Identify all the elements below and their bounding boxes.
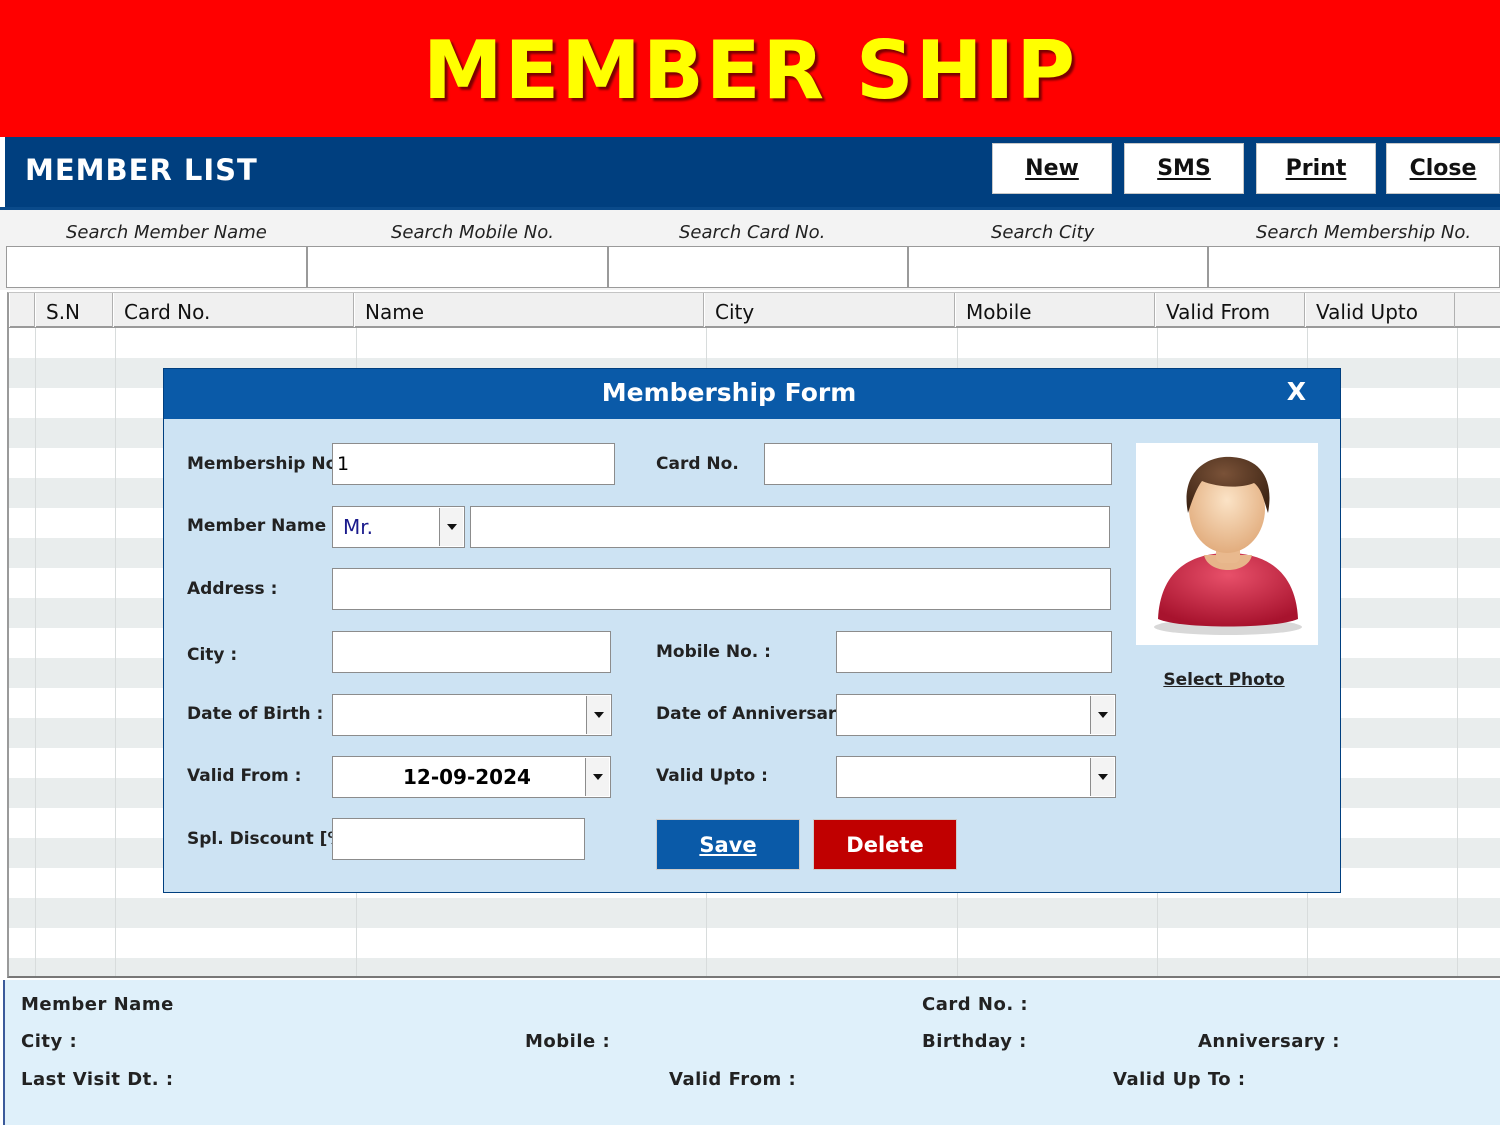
search-mobile-input[interactable] — [307, 246, 608, 288]
dialog-close-button[interactable]: X — [1287, 377, 1306, 406]
dialog-titlebar: Membership Form X — [164, 369, 1340, 419]
valid-upto-label: Valid Upto : — [656, 766, 768, 786]
member-details-footer: Member Name Card No. : City : Mobile : B… — [3, 980, 1500, 1125]
card-no-input[interactable] — [764, 443, 1112, 485]
chevron-down-icon[interactable] — [1090, 696, 1114, 734]
member-list-header: MEMBER LIST New SMS Print Close — [0, 137, 1500, 207]
membership-no-label: Membership No. — [187, 454, 344, 474]
row-selector-header — [9, 293, 35, 327]
footer-card-no-label: Card No. : — [922, 994, 1029, 1015]
discount-label: Spl. Discount [%] — [187, 829, 353, 849]
chevron-down-icon[interactable] — [586, 696, 610, 734]
footer-valid-upto-label: Valid Up To : — [1113, 1069, 1246, 1090]
footer-city-label: City : — [21, 1031, 78, 1052]
column-header-valid-from[interactable]: Valid From — [1155, 293, 1305, 327]
address-input[interactable] — [332, 568, 1111, 610]
date-of-anniversary-label: Date of Anniversary : — [656, 704, 861, 724]
mobile-no-label: Mobile No. : — [656, 642, 771, 662]
footer-birthday-label: Birthday : — [922, 1031, 1027, 1052]
valid-from-label: Valid From : — [187, 766, 302, 786]
search-mobile-label: Search Mobile No. — [391, 222, 554, 243]
date-of-birth-picker[interactable] — [332, 694, 612, 736]
delete-button-label: Delete — [846, 832, 924, 857]
table-row[interactable] — [9, 328, 1500, 358]
city-label: City : — [187, 645, 238, 665]
banner-title: MEMBER SHIP — [423, 24, 1077, 117]
column-header-city[interactable]: City — [704, 293, 955, 327]
grid-header: S.N Card No. Name City Mobile Valid From… — [7, 292, 1500, 328]
name-title-select[interactable]: Mr. — [332, 506, 465, 548]
column-divider — [115, 328, 116, 976]
sms-button[interactable]: SMS — [1124, 143, 1244, 194]
chevron-down-icon[interactable] — [439, 508, 463, 546]
app-banner: MEMBER SHIP — [0, 0, 1500, 137]
page-title: MEMBER LIST — [25, 153, 258, 187]
column-header-mobile[interactable]: Mobile — [955, 293, 1155, 327]
valid-from-value: 12-09-2024 — [403, 765, 531, 789]
column-header-sn[interactable]: S.N — [35, 293, 113, 327]
save-button[interactable]: Save — [656, 819, 800, 870]
footer-last-visit-label: Last Visit Dt. : — [21, 1069, 174, 1090]
column-divider — [1457, 328, 1458, 976]
chevron-down-icon[interactable] — [1090, 758, 1114, 796]
search-member-name-input[interactable] — [6, 246, 307, 288]
dialog-title: Membership Form — [601, 378, 857, 407]
search-membership-input[interactable] — [1208, 246, 1500, 288]
column-header-card-no[interactable]: Card No. — [113, 293, 354, 327]
user-avatar-icon — [1154, 456, 1302, 635]
table-row[interactable] — [9, 928, 1500, 958]
name-title-value: Mr. — [343, 515, 373, 539]
new-button[interactable]: New — [992, 143, 1112, 194]
table-row[interactable] — [9, 958, 1500, 976]
footer-valid-from-label: Valid From : — [669, 1069, 797, 1090]
column-header-name[interactable]: Name — [354, 293, 704, 327]
search-city-label: Search City — [991, 222, 1095, 243]
city-input[interactable] — [332, 631, 611, 673]
search-card-input[interactable] — [608, 246, 908, 288]
column-divider — [35, 328, 36, 976]
select-photo-link[interactable]: Select Photo — [1136, 670, 1312, 690]
footer-anniversary-label: Anniversary : — [1198, 1031, 1340, 1052]
discount-input[interactable] — [332, 818, 585, 860]
member-name-label: Member Name — [187, 516, 327, 536]
membership-form-dialog: Membership Form X Membership No. Card No… — [163, 368, 1341, 893]
date-of-birth-label: Date of Birth : — [187, 704, 324, 724]
footer-mobile-label: Mobile : — [525, 1031, 611, 1052]
table-row[interactable] — [9, 898, 1500, 928]
card-no-label: Card No. — [656, 454, 739, 474]
date-of-anniversary-picker[interactable] — [836, 694, 1116, 736]
delete-button[interactable]: Delete — [813, 819, 957, 870]
valid-from-picker[interactable]: 12-09-2024 — [332, 756, 611, 798]
column-header-valid-upto[interactable]: Valid Upto — [1305, 293, 1455, 327]
search-city-input[interactable] — [908, 246, 1208, 288]
chevron-down-icon[interactable] — [585, 758, 609, 796]
search-member-name-label: Search Member Name — [66, 222, 267, 243]
search-membership-label: Search Membership No. — [1256, 222, 1472, 243]
footer-member-name-label: Member Name — [21, 994, 174, 1015]
print-button[interactable]: Print — [1256, 143, 1376, 194]
search-bar: Search Member Name Search Mobile No. Sea… — [0, 207, 1500, 290]
search-card-label: Search Card No. — [679, 222, 826, 243]
close-button[interactable]: Close — [1386, 143, 1500, 194]
save-button-label: Save — [699, 832, 757, 857]
valid-upto-picker[interactable] — [836, 756, 1116, 798]
address-label: Address : — [187, 579, 278, 599]
member-photo[interactable] — [1136, 443, 1318, 645]
membership-no-input[interactable] — [332, 443, 615, 485]
mobile-no-input[interactable] — [836, 631, 1112, 673]
member-name-input[interactable] — [470, 506, 1110, 548]
